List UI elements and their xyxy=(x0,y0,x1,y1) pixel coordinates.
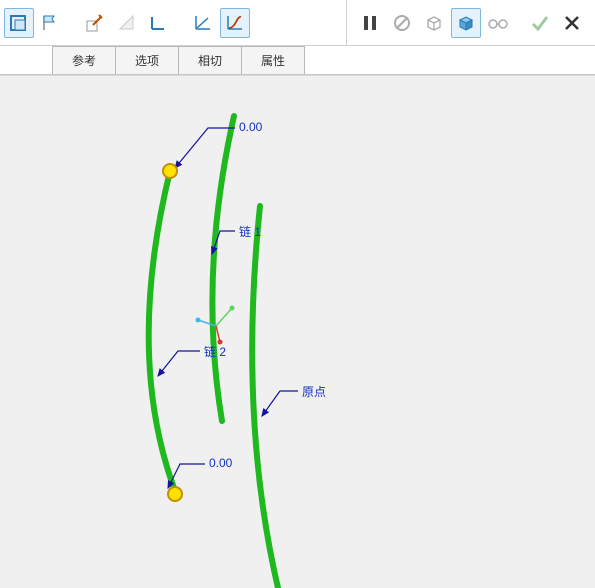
tab-attribute[interactable]: 属性 xyxy=(241,46,305,74)
graph-curve-icon[interactable] xyxy=(220,8,250,38)
toolbar-left xyxy=(0,0,346,45)
tab-tangent[interactable]: 相切 xyxy=(178,46,242,74)
label-bottom-value: 0.00 xyxy=(209,456,232,470)
flag-icon[interactable] xyxy=(36,8,66,38)
glasses-icon[interactable] xyxy=(483,8,513,38)
triangle-plane-icon[interactable] xyxy=(112,8,142,38)
graph-linear-icon[interactable] xyxy=(188,8,218,38)
label-origin: 原点 xyxy=(302,383,326,400)
forbid-icon[interactable] xyxy=(387,8,417,38)
angle-icon[interactable] xyxy=(144,8,174,38)
tab-reference[interactable]: 参考 xyxy=(52,46,116,74)
model-viewport[interactable]: 0.00 链 1 链 2 原点 0.00 xyxy=(0,75,595,588)
tab-options[interactable]: 选项 xyxy=(115,46,179,74)
toolbar-right xyxy=(346,0,595,45)
cancel-icon[interactable] xyxy=(557,8,587,38)
model-canvas xyxy=(0,76,595,588)
section-plane-icon[interactable] xyxy=(4,8,34,38)
pause-icon[interactable] xyxy=(355,8,385,38)
tabs-row: 参考 选项 相切 属性 xyxy=(0,46,595,75)
label-top-value: 0.00 xyxy=(239,120,262,134)
edit-sketch-icon[interactable] xyxy=(80,8,110,38)
label-chain-2: 链 2 xyxy=(204,343,226,360)
label-chain-1: 链 1 xyxy=(239,223,261,240)
confirm-icon[interactable] xyxy=(525,8,555,38)
cube-wire-icon[interactable] xyxy=(419,8,449,38)
cube-shaded-icon[interactable] xyxy=(451,8,481,38)
